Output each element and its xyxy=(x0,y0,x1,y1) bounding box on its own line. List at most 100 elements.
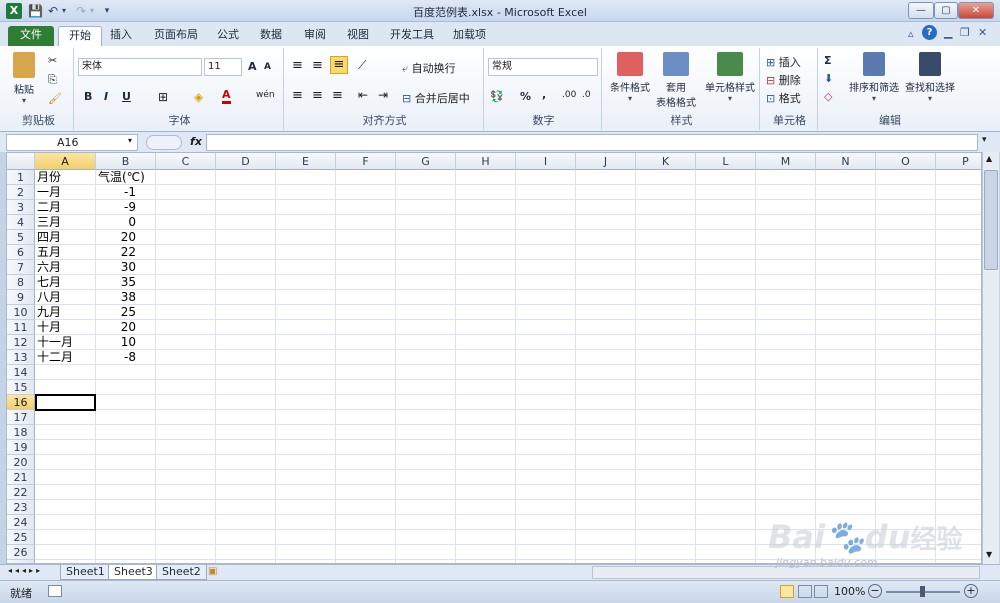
increase-decimal-icon[interactable]: .00 xyxy=(562,90,576,100)
row-header-2[interactable]: 2 xyxy=(7,185,35,200)
font-size-box[interactable]: 11 xyxy=(204,58,242,76)
sheet-tab-3[interactable]: Sheet3 xyxy=(108,565,159,580)
row-header-15[interactable]: 15 xyxy=(7,380,35,395)
row-header-19[interactable]: 19 xyxy=(7,440,35,455)
column-header-p[interactable]: P xyxy=(936,153,981,170)
zoom-level[interactable]: 100% xyxy=(834,585,865,598)
orientation-icon[interactable]: ⟋ xyxy=(358,58,366,73)
cell-month[interactable]: 九月 xyxy=(37,305,97,320)
underline-button[interactable]: U xyxy=(122,90,131,103)
formula-input[interactable] xyxy=(206,134,978,151)
insert-sheet-icon[interactable]: ▣ xyxy=(208,566,217,577)
cell-a1-header[interactable]: 月份 xyxy=(37,170,61,185)
align-bottom-icon[interactable]: ≡ xyxy=(330,56,348,74)
close-button[interactable]: ✕ xyxy=(958,2,994,19)
cut-icon[interactable]: ✂ xyxy=(48,54,57,67)
row-header-20[interactable]: 20 xyxy=(7,455,35,470)
row-header-14[interactable]: 14 xyxy=(7,365,35,380)
column-header-j[interactable]: J xyxy=(576,153,636,170)
borders-icon[interactable]: ⊞ xyxy=(158,90,168,104)
column-header-n[interactable]: N xyxy=(816,153,876,170)
tab-review[interactable]: 审阅 xyxy=(294,26,336,46)
row-header-21[interactable]: 21 xyxy=(7,470,35,485)
align-center-icon[interactable]: ≡ xyxy=(312,88,323,103)
tab-insert[interactable]: 插入 xyxy=(100,26,142,46)
cell-temperature[interactable]: -9 xyxy=(98,200,158,215)
expand-formula-bar-icon[interactable]: ▾ xyxy=(982,135,987,145)
workbook-restore-icon[interactable]: ❐ xyxy=(960,26,970,39)
comma-button[interactable]: , xyxy=(542,88,546,101)
bold-button[interactable]: B xyxy=(84,90,92,103)
column-header-e[interactable]: E xyxy=(276,153,336,170)
cell-temperature[interactable]: 20 xyxy=(98,230,158,245)
tab-file[interactable]: 文件 xyxy=(8,26,54,46)
shrink-font-icon[interactable]: A xyxy=(264,62,271,72)
column-header-m[interactable]: M xyxy=(756,153,816,170)
column-header-f[interactable]: F xyxy=(336,153,396,170)
cell-temperature[interactable]: 38 xyxy=(98,290,158,305)
italic-button[interactable]: I xyxy=(104,90,108,103)
clear-icon[interactable]: ◇ xyxy=(824,90,832,103)
ribbon-collapse-icon[interactable]: ▵ xyxy=(908,27,914,40)
help-icon[interactable]: ? xyxy=(922,25,937,40)
increase-indent-icon[interactable]: ⇥ xyxy=(378,88,388,102)
tab-data[interactable]: 数据 xyxy=(250,26,292,46)
sheet-nav-icons[interactable]: ◂◂◂▸▸ xyxy=(8,566,43,575)
grow-font-icon[interactable]: A xyxy=(248,60,257,73)
name-box-dropdown-icon[interactable]: ▾ xyxy=(128,136,132,145)
font-color-icon[interactable]: A xyxy=(222,89,231,104)
tab-home[interactable]: 开始 xyxy=(58,26,102,46)
row-header-1[interactable]: 1 xyxy=(7,170,35,185)
vertical-scroll-thumb[interactable] xyxy=(984,170,998,270)
tab-page-layout[interactable]: 页面布局 xyxy=(144,26,208,46)
tab-formulas[interactable]: 公式 xyxy=(207,26,249,46)
cell-month[interactable]: 二月 xyxy=(37,200,97,215)
autosum-icon[interactable]: Σ xyxy=(824,54,832,67)
zoom-out-icon[interactable]: − xyxy=(868,584,882,598)
cell-temperature[interactable]: 0 xyxy=(98,215,158,230)
paste-button[interactable]: 粘贴 ▾ xyxy=(10,52,38,105)
row-header-23[interactable]: 23 xyxy=(7,500,35,515)
number-format-box[interactable]: 常规 xyxy=(488,58,598,76)
insert-cells-button[interactable]: ⊞ 插入 xyxy=(766,54,801,70)
row-header-12[interactable]: 12 xyxy=(7,335,35,350)
column-header-i[interactable]: I xyxy=(516,153,576,170)
active-cell-cursor[interactable] xyxy=(35,394,96,411)
row-header-3[interactable]: 3 xyxy=(7,200,35,215)
find-select-button[interactable]: 查找和选择 ▾ xyxy=(902,52,958,103)
phonetic-icon[interactable]: wén xyxy=(256,90,275,100)
cell-temperature[interactable]: 22 xyxy=(98,245,158,260)
scroll-up-icon[interactable]: ▲ xyxy=(986,154,992,163)
align-right-icon[interactable]: ≡ xyxy=(332,88,343,103)
decrease-indent-icon[interactable]: ⇤ xyxy=(358,88,368,102)
zoom-slider-thumb[interactable] xyxy=(920,586,925,597)
percent-button[interactable]: % xyxy=(520,90,531,103)
sort-filter-button[interactable]: 排序和筛选 ▾ xyxy=(846,52,902,103)
column-header-o[interactable]: O xyxy=(876,153,936,170)
worksheet-grid[interactable]: ABCDEFGHIJKLMNOP 1 2 3 4 5 6 7 8 9 10 11 12 13 14 15 16… xyxy=(6,152,982,564)
delete-cells-button[interactable]: ⊟ 删除 xyxy=(766,72,801,88)
minimize-button[interactable]: — xyxy=(908,2,934,19)
cell-b1-header[interactable]: 气温(℃) xyxy=(98,170,145,185)
select-all-corner[interactable] xyxy=(7,153,35,170)
vertical-scrollbar[interactable]: ▲ ▼ xyxy=(982,152,999,564)
cell-month[interactable]: 五月 xyxy=(37,245,97,260)
row-header-24[interactable]: 24 xyxy=(7,515,35,530)
macro-record-icon[interactable] xyxy=(48,585,62,597)
wrap-text-button[interactable]: ⤶ 自动换行 xyxy=(402,60,456,76)
row-header-18[interactable]: 18 xyxy=(7,425,35,440)
fill-icon[interactable]: ⬇ xyxy=(824,72,833,85)
cell-month[interactable]: 十月 xyxy=(37,320,97,335)
column-header-c[interactable]: C xyxy=(156,153,216,170)
workbook-close-icon[interactable]: ✕ xyxy=(978,26,987,39)
row-header-9[interactable]: 9 xyxy=(7,290,35,305)
cell-temperature[interactable]: -1 xyxy=(98,185,158,200)
decrease-decimal-icon[interactable]: .0 xyxy=(582,90,591,100)
column-header-d[interactable]: D xyxy=(216,153,276,170)
row-header-16[interactable]: 16 xyxy=(7,395,35,410)
row-header-8[interactable]: 8 xyxy=(7,275,35,290)
cell-temperature[interactable]: -8 xyxy=(98,350,158,365)
format-painter-icon[interactable]: 🖌 xyxy=(48,92,62,105)
row-header-11[interactable]: 11 xyxy=(7,320,35,335)
tab-view[interactable]: 视图 xyxy=(337,26,379,46)
